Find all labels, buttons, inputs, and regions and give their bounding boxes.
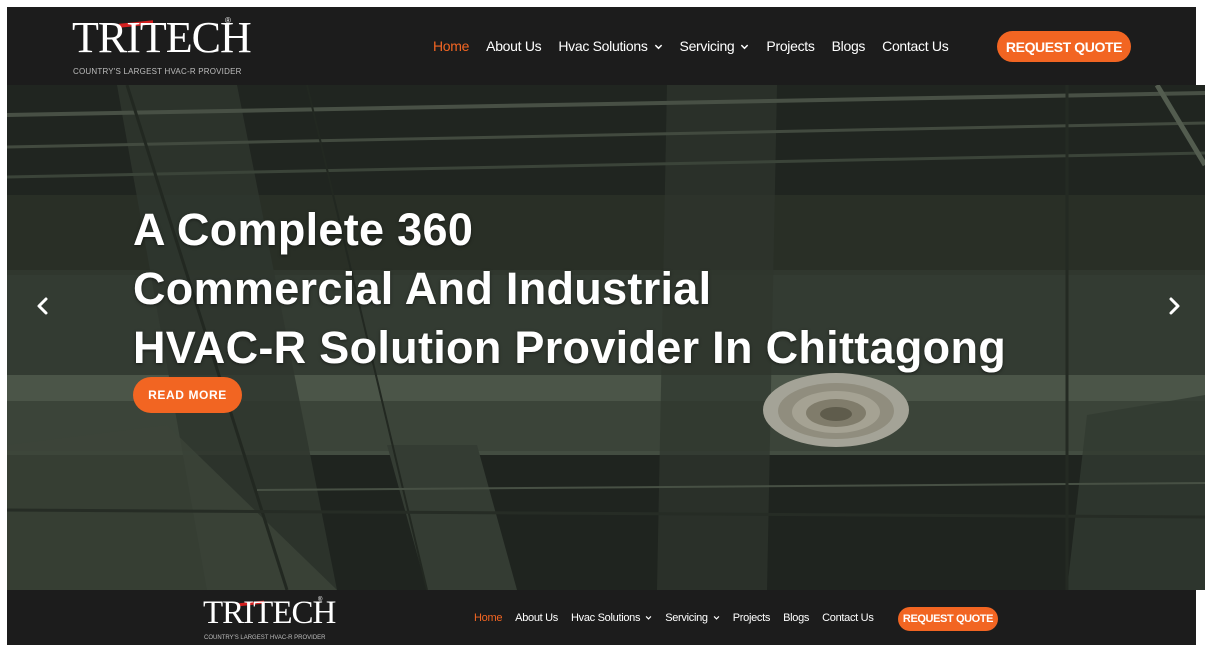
tritech-logo-small[interactable]: TRITECH ® COUNTRY'S LARGEST HVAC-R PROVI… [203,597,336,643]
nav-servicing[interactable]: Servicing [665,612,720,624]
request-quote-button[interactable]: REQUEST QUOTE [898,607,998,631]
hero-headline-line-1: A Complete 360 [133,204,474,255]
hero-headline: A Complete 360 Commercial And Industrial… [133,200,1006,377]
nav-hvac-solutions-label: Hvac Solutions [558,38,648,54]
nav-home[interactable]: Home [474,612,502,624]
chevron-down-icon [645,616,652,620]
nav-servicing-label: Servicing [665,611,708,624]
chevron-down-icon [741,44,749,49]
hero-headline-line-3: HVAC-R Solution Provider In Chittagong [133,322,1007,373]
request-quote-button[interactable]: REQUEST QUOTE [997,31,1131,62]
nav-about-us[interactable]: About Us [486,38,541,54]
chevron-left-icon[interactable] [33,295,53,317]
sticky-navbar: TRITECH ® COUNTRY'S LARGEST HVAC-R PROVI… [7,590,1196,645]
nav-hvac-solutions-label: Hvac Solutions [571,611,641,624]
nav-about-us[interactable]: About Us [515,612,558,624]
main-menu: Home About Us Hvac Solutions Servicing P… [433,7,965,85]
logo-tagline: COUNTRY'S LARGEST HVAC-R PROVIDER [204,635,326,641]
nav-projects[interactable]: Projects [733,612,771,624]
logo-tagline: COUNTRY'S LARGEST HVAC-R PROVIDER [73,67,242,76]
nav-projects[interactable]: Projects [766,38,814,54]
nav-home[interactable]: Home [433,38,469,54]
registered-mark: ® [225,16,231,25]
nav-servicing-label: Servicing [679,38,735,54]
nav-hvac-solutions[interactable]: Hvac Solutions [571,612,652,624]
read-more-button[interactable]: READ MORE [133,377,242,413]
tritech-logo[interactable]: TRITECH ® COUNTRY'S LARGEST HVAC-R PROVI… [72,16,252,78]
sticky-menu: Home About Us Hvac Solutions Servicing P… [474,590,887,645]
hero-headline-line-2: Commercial And Industrial [133,263,712,314]
nav-contact-us[interactable]: Contact Us [882,38,949,54]
nav-contact-us[interactable]: Contact Us [822,612,874,624]
logo-wordmark: TRITECH [72,13,252,62]
nav-blogs[interactable]: Blogs [783,612,809,624]
nav-servicing[interactable]: Servicing [680,38,750,54]
chevron-down-icon [654,44,662,49]
chevron-right-icon[interactable] [1164,295,1184,317]
hero-slider: A Complete 360 Commercial And Industrial… [7,85,1205,590]
top-navbar: TRITECH ® COUNTRY'S LARGEST HVAC-R PROVI… [7,7,1196,85]
registered-mark: ® [318,597,323,603]
nav-hvac-solutions[interactable]: Hvac Solutions [558,38,662,54]
logo-wordmark: TRITECH [203,595,336,631]
chevron-down-icon [713,616,720,620]
nav-blogs[interactable]: Blogs [832,38,866,54]
